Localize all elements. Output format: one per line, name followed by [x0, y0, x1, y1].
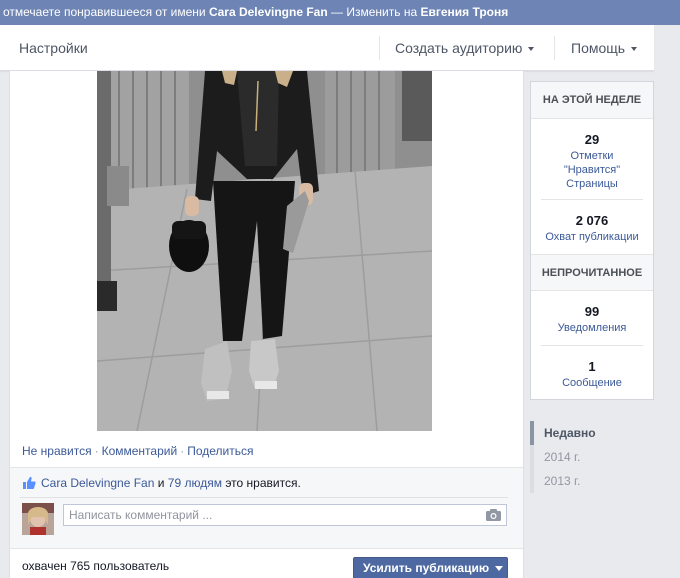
post-actions: Не нравится · Комментарий · Поделиться — [22, 444, 253, 458]
settings-link[interactable]: Настройки — [19, 25, 88, 71]
likes-summary: Cara Delevingne Fan и 79 людям это нрави… — [22, 476, 301, 493]
boost-post-button[interactable]: Усилить публикацию — [353, 557, 508, 578]
messages-stat[interactable]: 1 Сообщение — [531, 346, 653, 400]
create-audience-menu[interactable]: Создать аудиторию — [395, 25, 535, 71]
notice-suffix: — Изменить на — [331, 5, 418, 19]
boost-post-label: Усилить публикацию — [363, 561, 490, 575]
switch-identity-link[interactable]: Евгения Троня — [420, 5, 508, 19]
notice-prefix: отмечаете понравившееся от имени — [3, 5, 206, 19]
timeline-years-nav: Недавно 2014 г. 2013 г. — [530, 421, 654, 493]
timeline-item-2014[interactable]: 2014 г. — [530, 445, 654, 469]
caret-down-icon — [631, 47, 638, 52]
reach-text: охвачен 765 пользователь — [22, 559, 170, 573]
post-reach-stat[interactable]: 2 076 Охват публикации — [531, 200, 653, 254]
help-menu[interactable]: Помощь — [571, 25, 638, 71]
share-link[interactable]: Поделиться — [187, 444, 253, 458]
timeline-item-2013[interactable]: 2013 г. — [530, 469, 654, 493]
post-photo[interactable] — [97, 71, 432, 431]
notifications-label: Уведомления — [557, 322, 627, 334]
timeline-item-recent[interactable]: Недавно — [530, 421, 654, 445]
post-reach-count: 2 076 — [575, 213, 609, 228]
page-likes-label-1: Отметки — [570, 150, 614, 162]
menu-divider — [379, 36, 380, 60]
acting-as-notice: отмечаете понравившееся от имени Cara De… — [0, 0, 680, 25]
this-week-heading: НА ЭТОЙ НЕДЕЛЕ — [531, 82, 653, 119]
comment-link[interactable]: Комментарий — [102, 444, 178, 458]
post-footer: охвачен 765 пользователь Усилить публика… — [10, 548, 523, 578]
separator-dot: · — [94, 444, 99, 458]
caret-down-icon — [495, 566, 504, 572]
notifications-stat[interactable]: 99 Уведомления — [531, 291, 653, 345]
page-stats-sidebar: НА ЭТОЙ НЕДЕЛЕ 29 Отметки "Нравится" Стр… — [530, 81, 654, 400]
create-audience-label: Создать аудиторию — [395, 40, 523, 56]
notifications-count: 99 — [584, 304, 600, 319]
help-label: Помощь — [571, 40, 626, 56]
likes-and: и — [157, 476, 165, 490]
avatar[interactable] — [22, 503, 54, 535]
page-likes-label-3: Страницы — [566, 178, 618, 190]
page-likes-count: 29 — [584, 132, 600, 147]
thumbs-up-icon — [22, 476, 36, 493]
comment-input[interactable] — [64, 505, 474, 525]
likers-count-link[interactable]: 79 людям — [168, 476, 222, 490]
page-likes-label-2: "Нравится" — [563, 164, 621, 176]
likes-tail: это нравится. — [225, 476, 301, 490]
camera-icon[interactable] — [486, 508, 501, 524]
page-likes-stat[interactable]: 29 Отметки "Нравится" Страницы — [531, 119, 653, 199]
notice-page-name: Cara Delevingne Fan — [208, 5, 328, 19]
post-card: Не нравится · Комментарий · Поделиться Cara … — [9, 71, 524, 578]
separator-dot: · — [180, 444, 185, 458]
caret-down-icon — [528, 47, 535, 52]
unread-heading: НЕПРОЧИТАННОЕ — [531, 254, 653, 291]
comment-input-box[interactable] — [63, 504, 507, 526]
liker-page-link[interactable]: Cara Delevingne Fan — [41, 476, 154, 490]
post-reach-label: Охват публикации — [545, 231, 639, 243]
menu-divider — [554, 36, 555, 60]
divider — [20, 497, 508, 498]
messages-label: Сообщение — [562, 377, 622, 389]
messages-count: 1 — [588, 359, 596, 374]
unlike-link[interactable]: Не нравится — [22, 444, 92, 458]
page-admin-menu: Настройки Создать аудиторию Помощь — [0, 25, 654, 71]
